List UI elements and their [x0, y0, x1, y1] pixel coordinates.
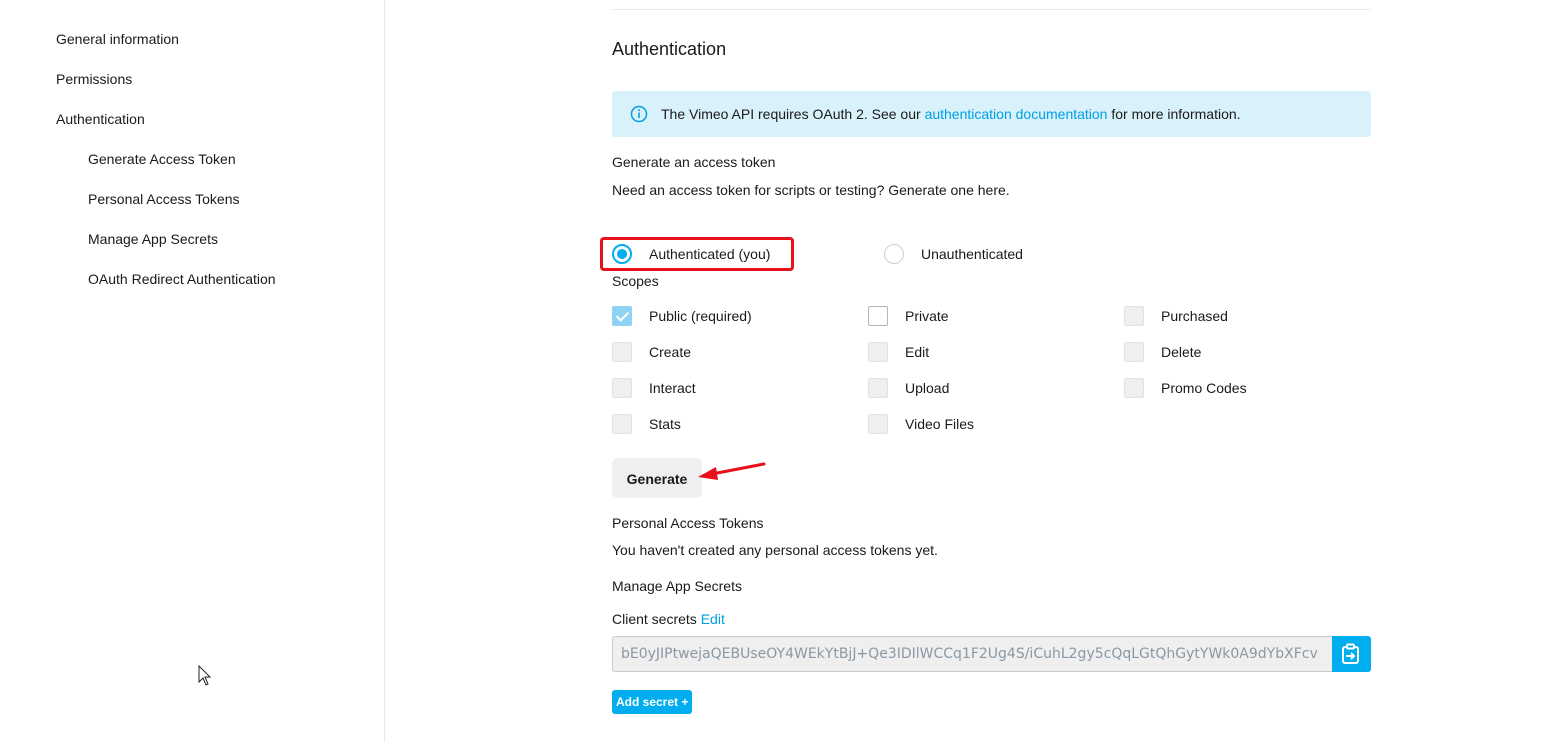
generate-button[interactable]: Generate [612, 458, 702, 498]
scope-upload-label[interactable]: Upload [905, 380, 949, 396]
info-text-before: The Vimeo API requires OAuth 2. See our [661, 106, 925, 122]
personal-tokens-empty-text: You haven't created any personal access … [612, 542, 938, 558]
scope-public-label[interactable]: Public (required) [649, 308, 752, 324]
scope-purchased-checkbox[interactable] [1124, 306, 1144, 326]
scope-video-files-checkbox[interactable] [868, 414, 888, 434]
info-circle-icon [630, 105, 648, 123]
scope-public-checkbox[interactable] [612, 306, 632, 326]
mouse-cursor-icon [198, 665, 212, 686]
scope-promo-codes-label[interactable]: Promo Codes [1161, 380, 1247, 396]
info-text-after: for more information. [1107, 106, 1241, 122]
scope-purchased-label[interactable]: Purchased [1161, 308, 1228, 324]
radio-authenticated[interactable] [612, 244, 632, 264]
sidebar-item-authentication[interactable]: Authentication [56, 111, 145, 127]
radio-unauthenticated[interactable] [884, 244, 904, 264]
generate-token-description: Need an access token for scripts or test… [612, 182, 1010, 198]
authentication-documentation-link[interactable]: authentication documentation [925, 106, 1108, 122]
sidebar-item-manage-app-secrets[interactable]: Manage App Secrets [88, 231, 218, 247]
clipboard-icon [1342, 643, 1359, 664]
client-secrets-row: Client secrets Edit [612, 611, 725, 627]
client-secret-field[interactable]: bE0yJIPtwejaQEBUseOY4WEkYtBjJ+Qe3IDIlWCC… [612, 636, 1333, 672]
scope-private-label[interactable]: Private [905, 308, 949, 324]
copy-secret-button[interactable] [1332, 636, 1371, 672]
main-content: Authentication The Vimeo API requires OA… [600, 0, 1371, 742]
scope-upload-checkbox[interactable] [868, 378, 888, 398]
scope-stats-checkbox[interactable] [612, 414, 632, 434]
scope-edit-label[interactable]: Edit [905, 344, 929, 360]
scope-interact-checkbox[interactable] [612, 378, 632, 398]
divider [612, 9, 1371, 10]
info-text: The Vimeo API requires OAuth 2. See our … [661, 106, 1241, 122]
scope-delete-checkbox[interactable] [1124, 342, 1144, 362]
sidebar-item-oauth-redirect-authentication[interactable]: OAuth Redirect Authentication [88, 271, 276, 287]
scope-video-files-label[interactable]: Video Files [905, 416, 974, 432]
app-secrets-heading: Manage App Secrets [612, 578, 742, 594]
scope-create-label[interactable]: Create [649, 344, 691, 360]
scope-delete-label[interactable]: Delete [1161, 344, 1201, 360]
scope-private-checkbox[interactable] [868, 306, 888, 326]
scopes-label: Scopes [612, 273, 659, 289]
sidebar-item-general-information[interactable]: General information [56, 31, 179, 47]
section-title: Authentication [612, 39, 727, 59]
scope-stats-label[interactable]: Stats [649, 416, 681, 432]
sidebar-item-generate-access-token[interactable]: Generate Access Token [88, 151, 236, 167]
client-secrets-label: Client secrets [612, 611, 697, 627]
generate-token-heading: Generate an access token [612, 154, 776, 170]
scope-interact-label[interactable]: Interact [649, 380, 696, 396]
scope-edit-checkbox[interactable] [868, 342, 888, 362]
radio-unauthenticated-label[interactable]: Unauthenticated [921, 246, 1023, 262]
info-banner: The Vimeo API requires OAuth 2. See our … [612, 91, 1371, 137]
scope-promo-codes-checkbox[interactable] [1124, 378, 1144, 398]
edit-secrets-link[interactable]: Edit [701, 611, 725, 627]
sidebar-item-personal-access-tokens[interactable]: Personal Access Tokens [88, 191, 240, 207]
personal-tokens-heading: Personal Access Tokens [612, 515, 764, 531]
radio-authenticated-label[interactable]: Authenticated (you) [649, 246, 770, 262]
sidebar: General information Permissions Authenti… [0, 0, 385, 742]
scope-create-checkbox[interactable] [612, 342, 632, 362]
add-secret-button[interactable]: Add secret + [612, 690, 693, 714]
annotation-arrow-icon [698, 462, 766, 480]
sidebar-item-permissions[interactable]: Permissions [56, 71, 132, 87]
